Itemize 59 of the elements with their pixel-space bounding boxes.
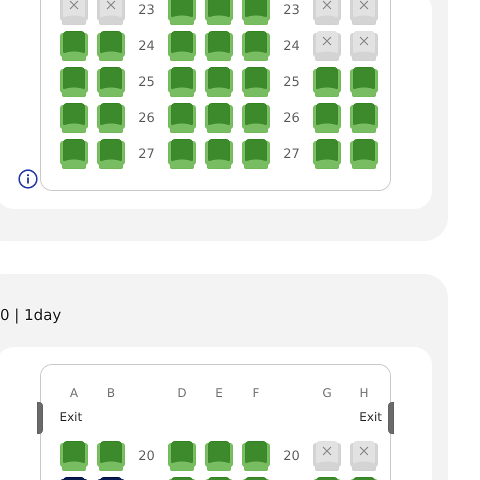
seat[interactable] bbox=[168, 0, 196, 25]
seat[interactable] bbox=[242, 103, 270, 133]
seat[interactable] bbox=[350, 67, 378, 97]
column-letter: E bbox=[215, 386, 223, 400]
seat[interactable] bbox=[60, 441, 88, 471]
seat[interactable] bbox=[97, 441, 125, 471]
row-number: 25 bbox=[138, 74, 155, 90]
seat[interactable] bbox=[97, 103, 125, 133]
seat[interactable] bbox=[242, 441, 270, 471]
row-number: 23 bbox=[138, 2, 155, 18]
row-number: 20 bbox=[138, 448, 155, 464]
column-letter: F bbox=[252, 386, 260, 400]
seat[interactable] bbox=[97, 31, 125, 61]
row-number: 24 bbox=[138, 38, 155, 54]
seat[interactable] bbox=[60, 103, 88, 133]
seat[interactable] bbox=[313, 67, 341, 97]
seat[interactable] bbox=[97, 139, 125, 169]
seat[interactable] bbox=[168, 67, 196, 97]
seat[interactable] bbox=[313, 103, 341, 133]
seat[interactable] bbox=[60, 67, 88, 97]
row-number: 27 bbox=[138, 146, 155, 162]
seat[interactable] bbox=[242, 31, 270, 61]
seat[interactable] bbox=[350, 139, 378, 169]
exit-label: Exit bbox=[60, 410, 82, 426]
seat[interactable] bbox=[97, 67, 125, 97]
row-number: 23 bbox=[283, 2, 300, 18]
seat[interactable] bbox=[205, 441, 233, 471]
flight-title: 0 | 1day bbox=[0, 305, 62, 326]
row-number: 20 bbox=[283, 448, 300, 464]
seat[interactable] bbox=[313, 139, 341, 169]
seat[interactable] bbox=[205, 0, 233, 25]
column-letter: G bbox=[322, 386, 332, 400]
seat[interactable] bbox=[168, 103, 196, 133]
seat[interactable] bbox=[205, 103, 233, 133]
info-icon[interactable] bbox=[18, 169, 38, 189]
seat[interactable] bbox=[242, 139, 270, 169]
row-number: 25 bbox=[283, 74, 300, 90]
row-number: 26 bbox=[283, 110, 300, 126]
seat[interactable] bbox=[205, 31, 233, 61]
column-letter: A bbox=[70, 386, 78, 400]
exit-marker bbox=[388, 402, 394, 434]
seat[interactable] bbox=[205, 67, 233, 97]
row-number: 27 bbox=[283, 146, 300, 162]
column-letter: H bbox=[359, 386, 369, 400]
seat[interactable] bbox=[168, 441, 196, 471]
seat[interactable] bbox=[168, 31, 196, 61]
seat[interactable] bbox=[350, 103, 378, 133]
seat[interactable] bbox=[168, 139, 196, 169]
seat[interactable] bbox=[60, 31, 88, 61]
column-letter: B bbox=[106, 386, 116, 400]
row-number: 26 bbox=[138, 110, 155, 126]
seat[interactable] bbox=[242, 67, 270, 97]
seat[interactable] bbox=[242, 0, 270, 25]
seat[interactable] bbox=[60, 139, 88, 169]
column-letter: D bbox=[177, 386, 187, 400]
exit-label: Exit bbox=[359, 410, 382, 426]
seat[interactable] bbox=[205, 139, 233, 169]
row-number: 24 bbox=[283, 38, 300, 54]
exit-marker bbox=[37, 402, 43, 434]
